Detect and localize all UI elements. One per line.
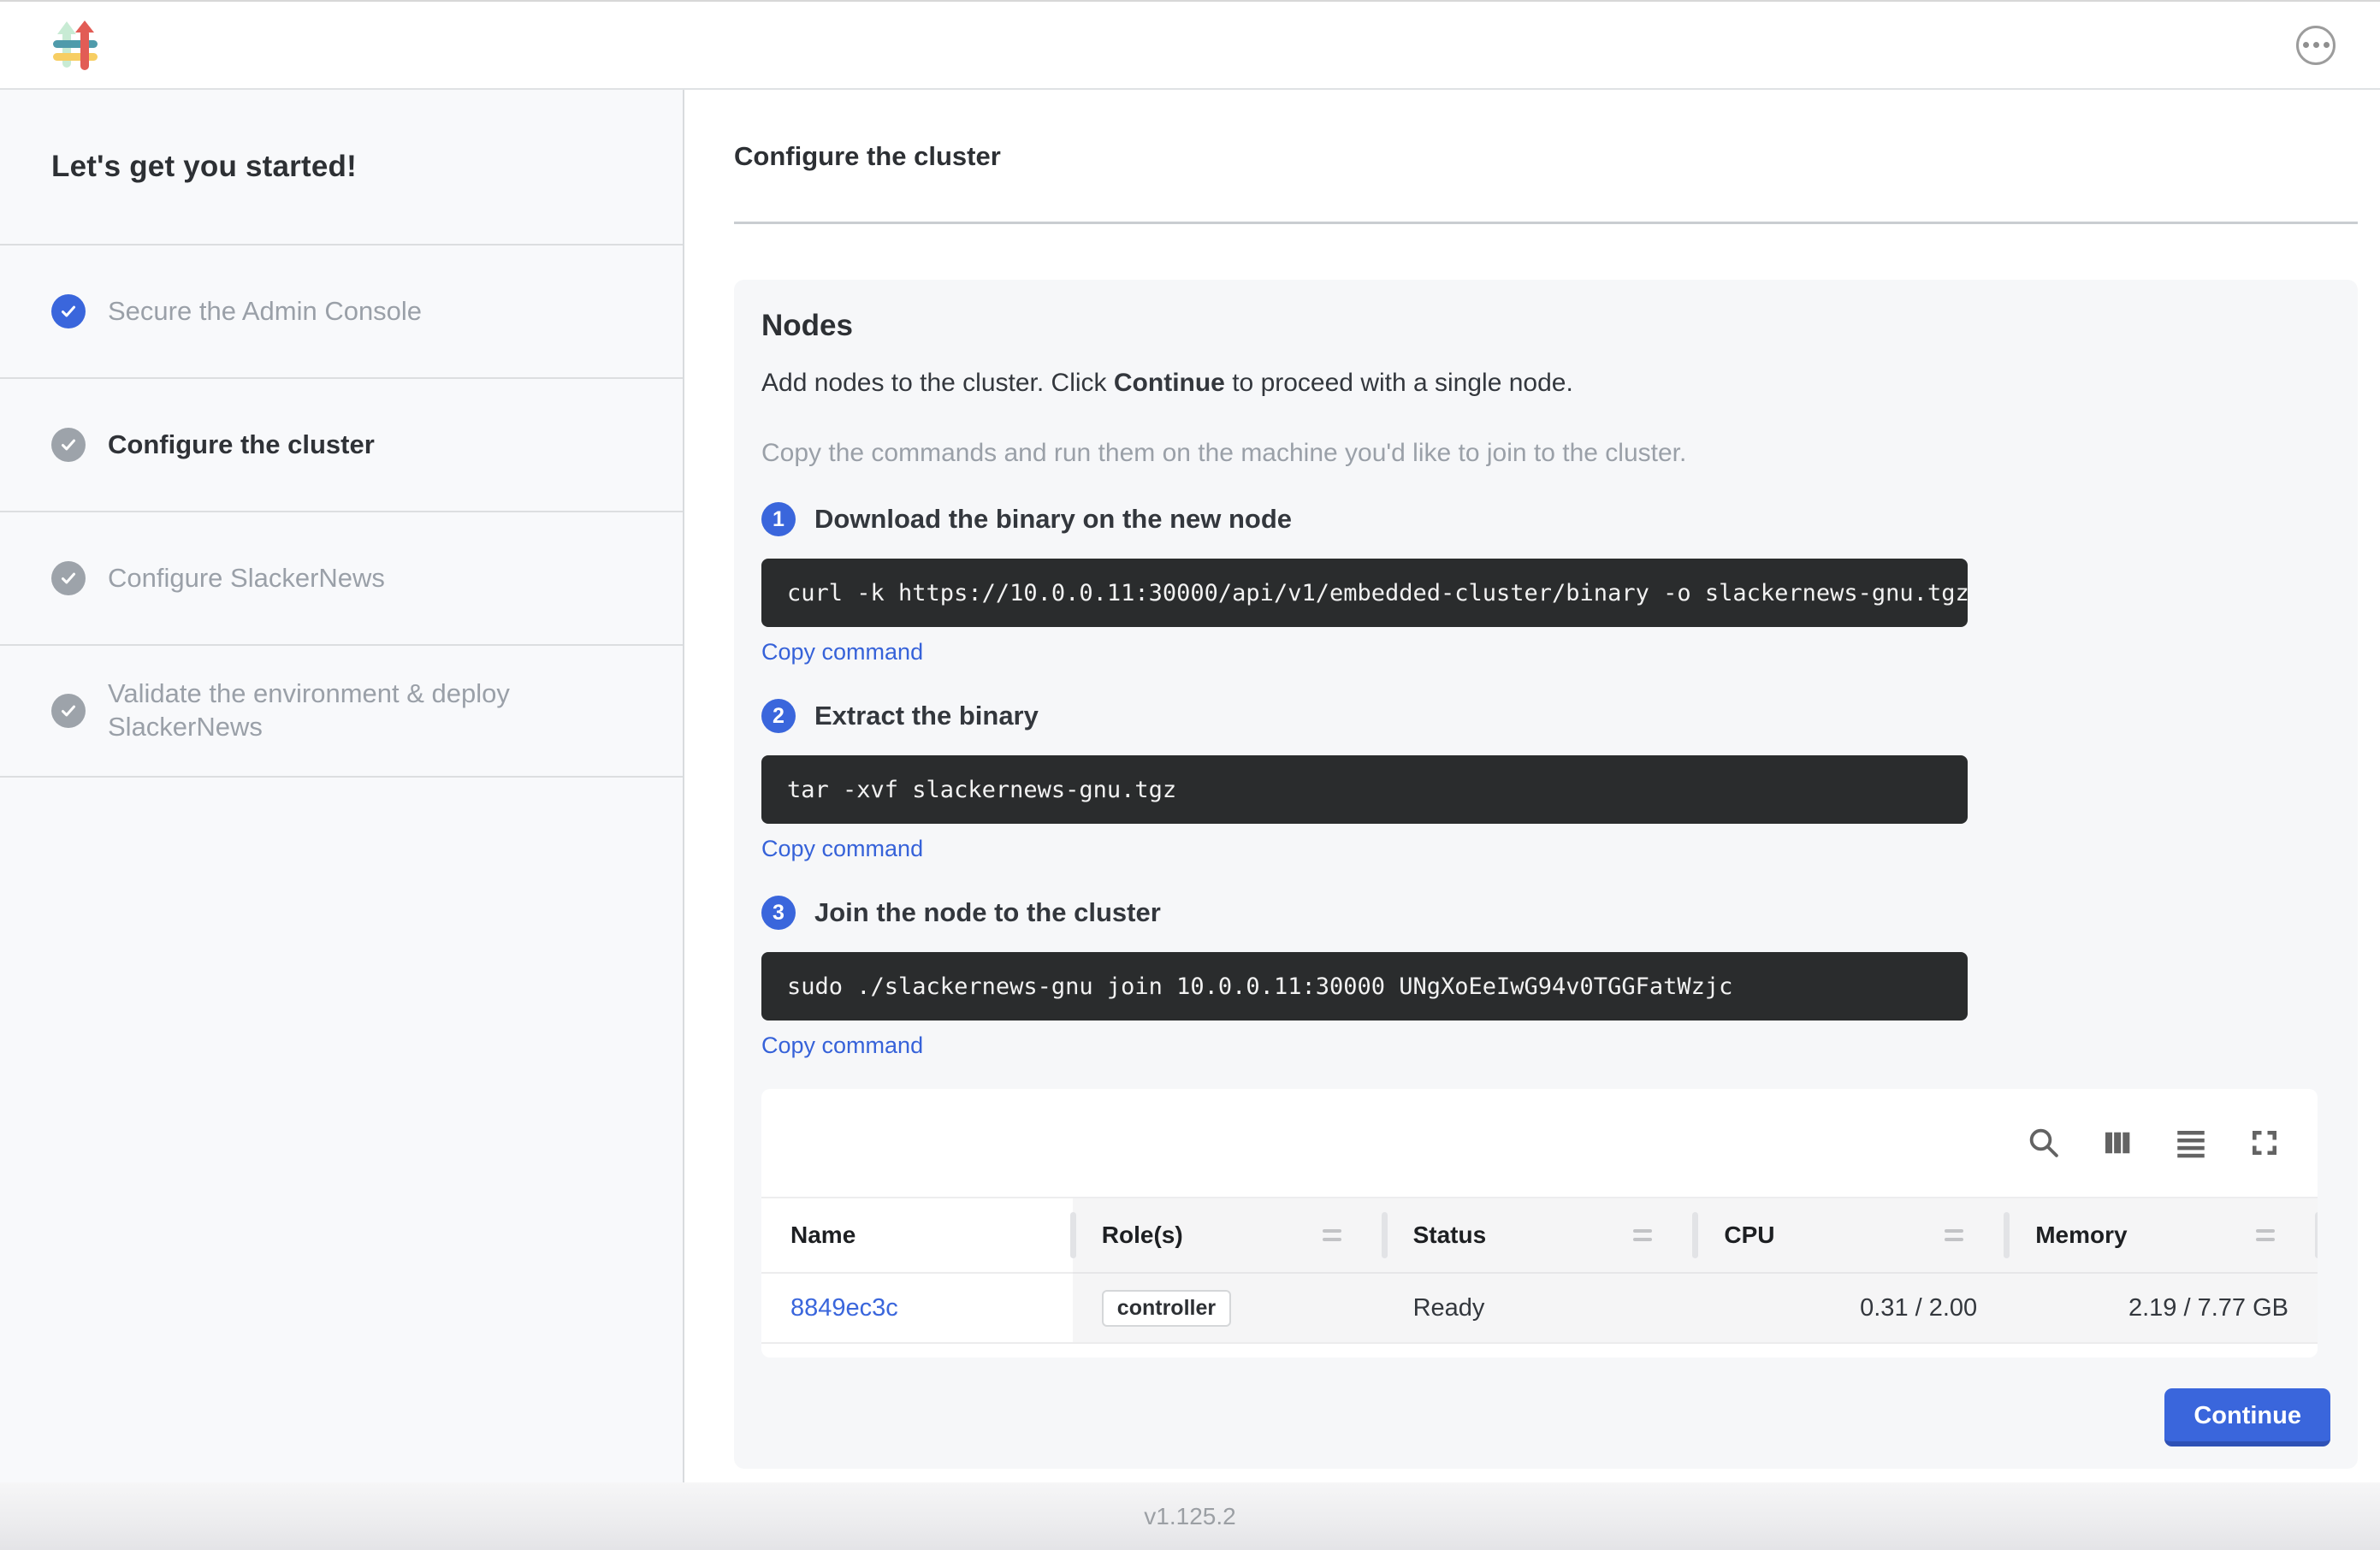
step-1-command-code: curl -k https://10.0.0.11:30000/api/v1/e… <box>761 559 1968 627</box>
sidebar-item-secure-admin-console: Secure the Admin Console <box>0 244 683 377</box>
version-label: v1.125.2 <box>1144 1503 1235 1530</box>
nodes-heading: Nodes <box>761 309 2330 343</box>
setup-progress-sidebar: Let's get you started! Secure the Admin … <box>0 90 684 1482</box>
page-footer: v1.125.2 <box>0 1482 2380 1550</box>
step-3-header: 3 Join the node to the cluster <box>761 896 2330 930</box>
top-bar <box>0 0 2380 90</box>
step-number-badge: 3 <box>761 896 796 930</box>
column-menu-icon[interactable] <box>2256 1229 2288 1241</box>
copy-command-link[interactable]: Copy command <box>761 639 923 665</box>
step-title: Join the node to the cluster <box>814 897 1161 928</box>
main-content: Configure the cluster Nodes Add nodes to… <box>684 90 2380 1482</box>
step-title: Extract the binary <box>814 701 1039 731</box>
column-menu-icon[interactable] <box>1633 1229 1666 1241</box>
sidebar-item-label: Validate the environment & deploy Slacke… <box>108 677 580 744</box>
step-1-header: 1 Download the binary on the new node <box>761 502 2330 536</box>
ellipsis-icon <box>2303 42 2309 48</box>
column-menu-icon[interactable] <box>1945 1229 1977 1241</box>
node-memory-cell: 2.19 / 7.77 GB <box>2006 1272 2318 1342</box>
column-header-memory[interactable]: Memory <box>2006 1198 2318 1272</box>
column-header-status[interactable]: Status <box>1384 1198 1696 1272</box>
sidebar-item-label: Configure SlackerNews <box>108 562 385 595</box>
copy-command-link[interactable]: Copy command <box>761 836 923 861</box>
column-separator[interactable] <box>1070 1212 1076 1258</box>
step-number-badge: 1 <box>761 502 796 536</box>
continue-button[interactable]: Continue <box>2164 1388 2330 1446</box>
fullscreen-icon[interactable] <box>2246 1124 2283 1162</box>
column-separator[interactable] <box>1692 1212 1698 1258</box>
page-title: Configure the cluster <box>734 141 2358 172</box>
check-pending-icon <box>51 428 86 462</box>
node-name-cell: 8849ec3c <box>761 1272 1073 1342</box>
check-complete-icon <box>51 294 86 328</box>
sidebar-item-configure-cluster: Configure the cluster <box>0 377 683 511</box>
column-header-name[interactable]: Name <box>761 1198 1073 1272</box>
join-instructions-note: Copy the commands and run them on the ma… <box>761 439 2330 468</box>
column-separator[interactable] <box>1382 1212 1388 1258</box>
table-row: 8849ec3c controller Ready 0.31 / 2.00 2.… <box>761 1272 2318 1344</box>
step-3-command-code: sudo ./slackernews-gnu join 10.0.0.11:30… <box>761 952 1968 1021</box>
table-header-row: Name Role(s) Status <box>761 1197 2318 1272</box>
sidebar-item-label: Secure the Admin Console <box>108 295 422 328</box>
table-footer-spacer <box>761 1344 2318 1358</box>
search-icon[interactable] <box>2025 1124 2063 1162</box>
step-title: Download the binary on the new node <box>814 504 1292 535</box>
node-roles-cell: controller <box>1073 1272 1384 1342</box>
table-toolbar <box>761 1089 2318 1197</box>
density-icon[interactable] <box>2172 1124 2210 1162</box>
step-number-badge: 2 <box>761 699 796 733</box>
columns-icon[interactable] <box>2099 1124 2136 1162</box>
nodes-table: Name Role(s) Status <box>761 1089 2318 1358</box>
copy-command-link[interactable]: Copy command <box>761 1032 923 1058</box>
sidebar-title: Let's get you started! <box>0 90 683 244</box>
column-header-cpu[interactable]: CPU <box>1695 1198 2006 1272</box>
nodes-card: Nodes Add nodes to the cluster. Click Co… <box>734 280 2358 1469</box>
node-name-link[interactable]: 8849ec3c <box>790 1294 898 1322</box>
title-divider <box>734 222 2358 224</box>
more-options-button[interactable] <box>2296 26 2336 65</box>
step-2-command-code: tar -xvf slackernews-gnu.tgz <box>761 755 1968 824</box>
column-menu-icon[interactable] <box>1323 1229 1355 1241</box>
step-2-header: 2 Extract the binary <box>761 699 2330 733</box>
role-badge: controller <box>1102 1290 1231 1327</box>
column-separator[interactable] <box>2004 1212 2010 1258</box>
node-status-cell: Ready <box>1384 1272 1696 1342</box>
check-pending-icon <box>51 694 86 728</box>
sidebar-item-configure-slackernews: Configure SlackerNews <box>0 511 683 644</box>
card-actions: Continue <box>761 1388 2330 1446</box>
sidebar-item-validate-deploy: Validate the environment & deploy Slacke… <box>0 644 683 778</box>
admin-console-page: Let's get you started! Secure the Admin … <box>0 0 2380 1550</box>
nodes-intro: Add nodes to the cluster. Click Continue… <box>761 369 2330 398</box>
slackernews-logo-icon <box>53 20 99 71</box>
node-cpu-cell: 0.31 / 2.00 <box>1695 1272 2006 1342</box>
column-header-roles[interactable]: Role(s) <box>1073 1198 1384 1272</box>
sidebar-item-label: Configure the cluster <box>108 429 375 462</box>
column-separator[interactable] <box>2315 1212 2318 1258</box>
check-pending-icon <box>51 561 86 595</box>
